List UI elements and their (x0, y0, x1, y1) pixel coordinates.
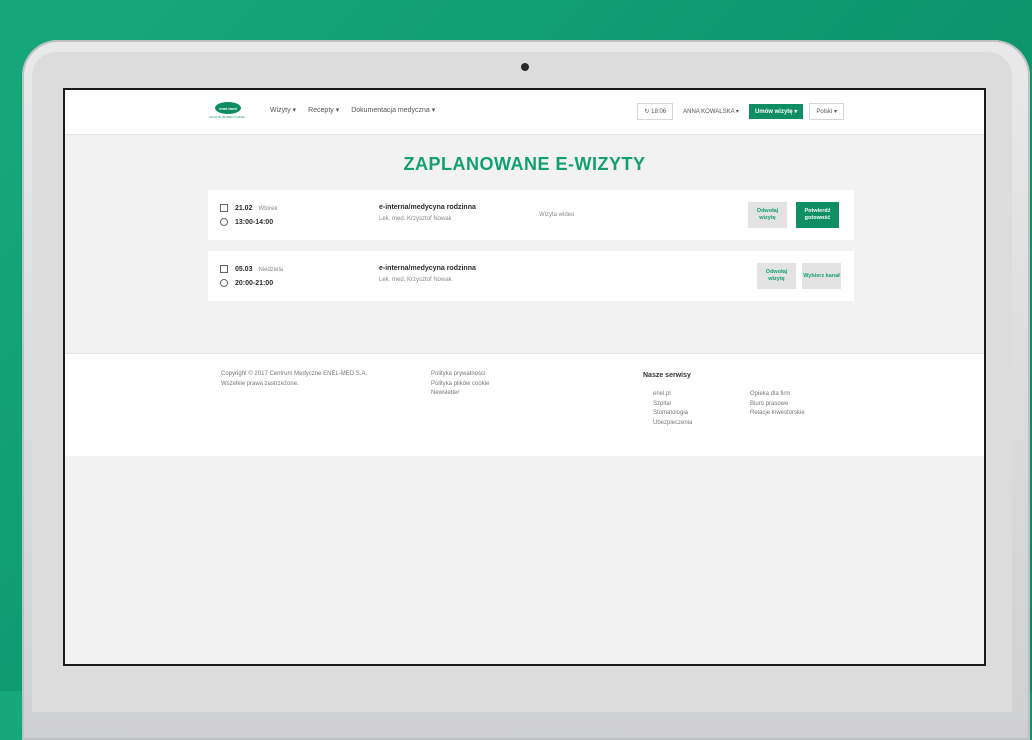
visit-date-value: 05.03 (234, 265, 253, 273)
service-link[interactable]: Relacje inwestorskie (750, 409, 805, 419)
visit-time: 13:00-14:00 (220, 218, 273, 226)
visit-card: 05.03 Niedziela 20:00-21:00 e-interna/me… (208, 251, 854, 301)
nav-wizyty[interactable]: Wizyty ▾ (270, 106, 296, 114)
visit-date: 21.02 Wtorek (220, 204, 277, 212)
confirm-readiness-button[interactable]: Potwierdź gotowość (796, 202, 839, 228)
services-title: Nasze serwisy (643, 372, 691, 379)
clock-icon (220, 218, 228, 226)
visit-time: 20:00-21:00 (220, 279, 273, 287)
visit-date-value: 21.02 (234, 204, 253, 212)
visit-doctor: Lek. med. Krzysztof Nowak (379, 277, 452, 283)
cookie-policy-link[interactable]: Polityka plików cookie (431, 380, 489, 390)
service-link[interactable]: Opieka dla firm (750, 390, 805, 400)
service-link[interactable]: enel.pl (653, 390, 692, 400)
user-menu[interactable]: ANNA KOWALSKA ▾ (679, 104, 743, 119)
privacy-policy-link[interactable]: Polityka prywatności (431, 370, 489, 380)
calendar-icon (220, 265, 228, 273)
service-link[interactable]: Szpital (653, 400, 692, 410)
nav-recepty[interactable]: Recepty ▾ (308, 106, 339, 114)
language-select[interactable]: Polski ▾ (809, 103, 844, 120)
visit-specialty: e-interna/medycyna rodzinna (379, 204, 476, 211)
browser-screen: enel-med CENTRUM MEDYCZNE Wizyty ▾ Recep… (63, 88, 986, 666)
service-link[interactable]: Stomatologia (653, 409, 692, 419)
page-title: ZAPLANOWANE E-WIZYTY (403, 154, 646, 174)
service-link[interactable]: Biuro prasowe (750, 400, 805, 410)
main-nav: Wizyty ▾ Recepty ▾ Dokumentacja medyczna… (270, 106, 435, 114)
visit-specialty: e-interna/medycyna rodzinna (379, 265, 476, 272)
services-list-1: enel.pl Szpital Stomatologia Ubezpieczen… (653, 390, 692, 428)
visit-day: Niedziela (258, 266, 284, 273)
visit-date: 05.03 Niedziela (220, 265, 283, 273)
visit-time-value: 13:00-14:00 (234, 218, 274, 226)
visit-type: Wizyta wideo (539, 212, 575, 218)
logo-text: enel-med (219, 105, 237, 111)
choose-channel-button[interactable]: Wybierz kanał (802, 263, 841, 289)
newsletter-link[interactable]: Newsletter (431, 389, 489, 399)
page-footer: Copyright © 2017 Centrum Medyczne ENEL-M… (65, 353, 984, 456)
cancel-visit-button[interactable]: Odwołaj wizytę (757, 263, 796, 289)
logo-mark: enel-med (215, 102, 241, 114)
copyright-line-1: Copyright © 2017 Centrum Medyczne ENEL-M… (221, 371, 368, 377)
calendar-icon (220, 204, 228, 212)
session-timer-button[interactable]: ↻ 18:06 (637, 103, 674, 120)
visit-doctor: Lek. med. Krzysztof Nowak (379, 216, 452, 222)
policy-links: Polityka prywatności Polityka plików coo… (431, 370, 489, 399)
visit-card: 21.02 Wtorek 13:00-14:00 e-interna/medyc… (208, 190, 854, 240)
camera-icon (521, 63, 529, 71)
nav-dokumentacja[interactable]: Dokumentacja medyczna ▾ (351, 106, 435, 114)
top-navigation-bar: enel-med CENTRUM MEDYCZNE Wizyty ▾ Recep… (65, 90, 984, 135)
service-link[interactable]: Ubezpieczenia (653, 419, 692, 429)
copyright-text: Copyright © 2017 Centrum Medyczne ENEL-M… (221, 370, 431, 389)
copyright-line-2: Wszelkie prawa zastrzeżone. (221, 380, 299, 387)
enel-med-logo[interactable]: enel-med CENTRUM MEDYCZNE (209, 102, 249, 122)
visit-time-value: 20:00-21:00 (234, 279, 274, 287)
cancel-visit-button[interactable]: Odwołaj wizytę (748, 202, 787, 228)
logo-subtitle: CENTRUM MEDYCZNE (209, 115, 245, 119)
clock-icon (220, 279, 228, 287)
services-list-2: Opieka dla firm Biuro prasowe Relacje in… (750, 390, 805, 419)
book-visit-button[interactable]: Umów wizytę ▾ (748, 104, 804, 119)
header-right-controls: ↻ 18:06 ANNA KOWALSKA ▾ Umów wizytę ▾ Po… (637, 103, 844, 120)
visit-day: Wtorek (258, 205, 278, 212)
